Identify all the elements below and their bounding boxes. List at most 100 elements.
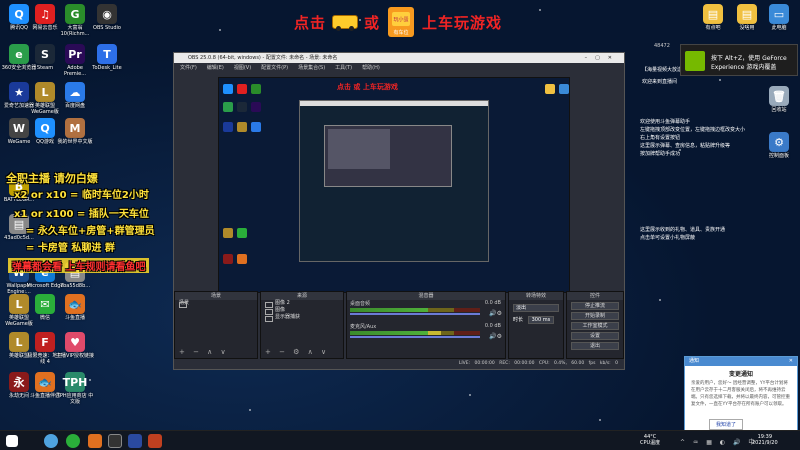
desktop-icon[interactable]: ▤ 有点吧 (694, 4, 732, 31)
desktop-icon[interactable]: M 我的世界中文版 (56, 118, 94, 145)
studio-mode-button[interactable]: 工作室模式 (571, 322, 619, 330)
sources-toolbar[interactable]: + − ⚙ ∧ ∨ (265, 348, 329, 356)
notification-header: 通知 ✕ (685, 357, 797, 366)
taskbar-app[interactable] (128, 434, 142, 448)
stop-streaming-button[interactable]: 停止推流 (571, 302, 619, 310)
desktop-icon[interactable]: ♥ 主播VIP授权链接 (56, 332, 94, 359)
clock[interactable]: 19:39 2021/9/20 (752, 434, 778, 446)
menu-item[interactable]: 视图(V) (234, 63, 251, 73)
taskbar-app[interactable] (44, 434, 58, 448)
live-time: LIVE: 00:00:00 (458, 361, 495, 366)
right-item-2: 欢迎来到直播间 (642, 79, 678, 85)
nv-line-1: 按下 Alt+Z，使用 GeForce (711, 55, 787, 62)
transitions-dock: 转场特效 淡出 时长 300 ms (508, 291, 564, 359)
speaker-icon[interactable]: 🔊⚙ (489, 333, 502, 340)
seat-badge-box: 玩小蛋 (392, 12, 411, 26)
sources-header: 来源 (261, 292, 343, 300)
preview-banner: 点击 或 上车玩游戏 (337, 83, 398, 91)
source-item[interactable]: 图像 (261, 307, 343, 315)
geforce-overlay-toast[interactable]: 按下 Alt+Z，使用 GeForce Experience 游戏内覆盖 (680, 44, 798, 76)
volume-slider[interactable] (350, 313, 480, 315)
menu-item[interactable]: 帮助(H) (362, 63, 380, 73)
scenes-dock: 场景 场景 + − ∧ ∨ (174, 291, 258, 359)
desktop-icon[interactable]: ☁ 百度网盘 (56, 82, 94, 109)
overlay-line-3: = 永久车位+房管+群管理员 (26, 226, 155, 237)
danmu-help-title: 欢迎使用斗鱼弹幕助手 (640, 119, 691, 125)
obs-titlebar[interactable]: OBS 25.0.8 (64-bit, windows) - 配置文件: 未命名… (174, 53, 624, 63)
desktop-icon-label: 回收站 (771, 107, 787, 113)
desktop-icon[interactable]: ▭ 此电脑 (760, 4, 798, 31)
scene-item[interactable]: 场景 (175, 300, 257, 308)
audio-meter (350, 308, 480, 312)
desktop-icon-label: 我的世界中文版 (57, 139, 93, 145)
app-icon: S (35, 44, 55, 64)
mixer-header: 混音器 (347, 292, 505, 300)
nvidia-icon (685, 51, 705, 71)
banner-text-click: 点击 (294, 13, 327, 32)
menu-item[interactable]: 文件(F) (180, 63, 197, 73)
desktop-icon[interactable]: TPH TPH应用商店 中文版 (56, 372, 94, 405)
start-recording-button[interactable]: 开始录制 (571, 312, 619, 320)
app-icon: 🐟 (65, 294, 85, 314)
exit-button[interactable]: 退出 (571, 342, 619, 350)
obs-preview[interactable]: 点击 或 上车玩游戏 (218, 77, 570, 293)
mixer-dock: 混音器 桌面音频 0.0 dB 🔊⚙ 麦克风/Aux 0.0 dB 🔊⚙ (346, 291, 506, 359)
channel-name: 麦克风/Aux (350, 324, 377, 330)
app-icon: ♥ (65, 332, 85, 352)
tray-icons[interactable]: ^ ♒ ▦ ◐ 🔊 中 (680, 437, 757, 446)
menu-item[interactable]: 工具(T) (335, 63, 352, 73)
taskbar-app[interactable] (88, 434, 102, 448)
nv-line-2: Experience 游戏内覆盖 (711, 64, 777, 71)
taskbar: 44°C CPU温度 ^ ♒ ▦ ◐ 🔊 中 19:39 2021/9/20 (0, 430, 800, 450)
desktop-icon-label: 百度网盘 (64, 103, 85, 109)
app-icon: 🐟 (35, 372, 55, 392)
desktop-icon-label: ToDesk_Lite (92, 65, 122, 71)
channel-db: 0.0 dB (484, 323, 501, 329)
duration-label: 时长 (513, 317, 524, 323)
overlay-line-4: = 卡房管 私聊进 群 (26, 243, 115, 254)
app-icon: ◉ (97, 4, 117, 24)
desktop-icon[interactable]: 🐟 斗鱼直播 (56, 294, 94, 321)
bitrate: kb/s: 0 (599, 361, 618, 366)
taskbar-obs[interactable] (108, 434, 122, 448)
menu-item[interactable]: 场景集合(S) (298, 63, 325, 73)
source-item[interactable]: 显示器捕获 (261, 314, 343, 322)
menu-item[interactable]: 编辑(E) (207, 63, 224, 73)
volume-slider[interactable] (350, 336, 480, 338)
acknowledge-button[interactable]: 我知道了 (709, 419, 744, 430)
cpu-temp: 44°C CPU温度 (640, 434, 661, 446)
desktop-icon[interactable]: ◉ OBS Studio (88, 4, 126, 31)
scenes-toolbar[interactable]: + − ∧ ∨ (179, 348, 229, 356)
app-icon: M (65, 118, 85, 138)
notification-body: 亲爱的用户，您好～ 因经营调整，YY平台计划将在用户云存于十二月客服关闭后，将不… (691, 381, 790, 407)
desktop-icon-label: 7ba55d8b... (59, 283, 91, 289)
window-controls[interactable]: –▢✕ (585, 53, 620, 63)
mixer-channel-desktop: 桌面音频 0.0 dB 🔊⚙ (347, 300, 505, 319)
start-button[interactable] (6, 435, 18, 447)
app-icon: G (65, 4, 85, 24)
desktop-icon[interactable]: T ToDesk_Lite (88, 44, 126, 71)
menu-item[interactable]: 配置文件(P) (261, 63, 288, 73)
desktop-icon[interactable]: 🗑 回收站 (760, 86, 798, 113)
transition-select[interactable]: 淡出 (513, 304, 559, 312)
app-icon: ▤ (703, 4, 723, 24)
duration-input[interactable]: 300 ms (527, 316, 555, 324)
close-icon[interactable]: ✕ (789, 357, 793, 366)
controls-dock: 控件 停止推流 开始录制 工作室模式 设置 退出 (566, 291, 624, 359)
app-icon: ⚙ (769, 132, 789, 152)
obs-statusbar: LIVE: 00:00:00 REC: 00:00:00 CPU: 0.4%, … (174, 359, 624, 369)
overlay-line-5: 弹幕都会看 上车规则请看鱼吧 (8, 258, 150, 273)
obs-window[interactable]: OBS 25.0.8 (64-bit, windows) - 配置文件: 未命名… (173, 52, 625, 370)
taskbar-app[interactable] (66, 434, 80, 448)
notification-title: 变更通知 (728, 371, 753, 378)
gift-help: 这里展示收到的礼物、道具、贵族开通 点击单可设置小礼物屏蔽 (640, 227, 726, 241)
app-icon: ☁ (65, 82, 85, 102)
settings-button[interactable]: 设置 (571, 332, 619, 340)
speaker-icon[interactable]: 🔊⚙ (489, 310, 502, 317)
notification-popup[interactable]: 通知 ✕ 变更通知 亲爱的用户，您好～ 因经营调整，YY平台计划将在用户云存于十… (684, 356, 798, 436)
desktop-icon-label: OBS Studio (93, 25, 121, 31)
source-item[interactable]: 图像 2 (261, 300, 343, 308)
app-icon: Pr (65, 44, 85, 64)
taskbar-app[interactable] (148, 434, 162, 448)
controls-header: 控件 (567, 292, 623, 300)
